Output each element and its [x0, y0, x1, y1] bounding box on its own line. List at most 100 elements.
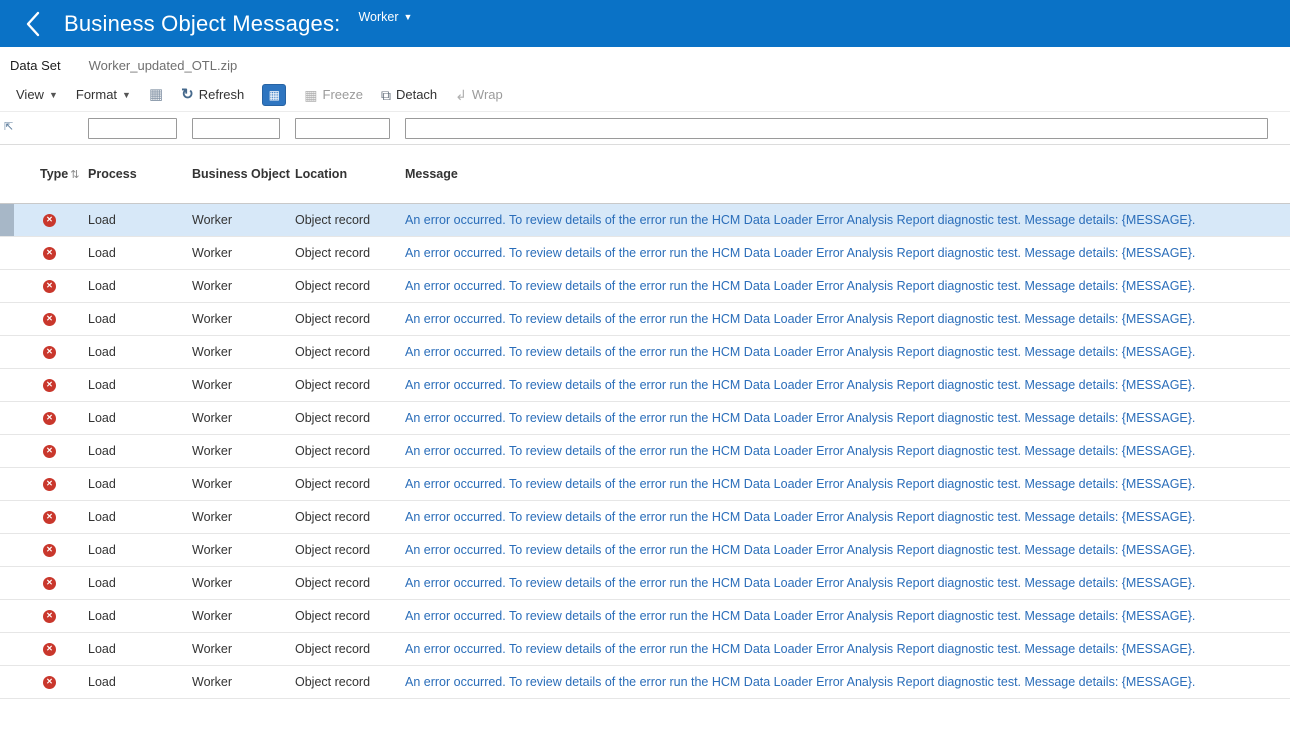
row-selector-cell[interactable]	[0, 204, 14, 236]
format-menu-label: Format	[75, 87, 118, 102]
table-row[interactable]: Load Worker Object record An error occur…	[0, 303, 1290, 336]
table-row[interactable]: Load Worker Object record An error occur…	[0, 468, 1290, 501]
select-all-corner-icon[interactable]: ⇱	[4, 122, 13, 133]
business-object-cell: Worker	[192, 477, 233, 491]
filter-process-input[interactable]	[88, 117, 177, 139]
detach-button[interactable]: ⧉ Detach	[381, 87, 437, 102]
error-icon	[43, 213, 56, 227]
column-header-business-object[interactable]: Business Object	[189, 167, 292, 181]
business-object-cell: Worker	[192, 675, 233, 689]
error-icon	[43, 510, 56, 524]
message-link[interactable]: An error occurred. To review details of …	[402, 279, 1290, 293]
row-selector-cell[interactable]	[0, 534, 14, 566]
view-menu-label: View	[16, 87, 44, 102]
message-link[interactable]: An error occurred. To review details of …	[402, 213, 1290, 227]
type-cell	[14, 576, 85, 590]
message-link[interactable]: An error occurred. To review details of …	[402, 675, 1290, 689]
back-button[interactable]	[16, 7, 50, 41]
business-object-selector[interactable]: Worker ▼	[358, 10, 412, 24]
table-row[interactable]: Load Worker Object record An error occur…	[0, 501, 1290, 534]
process-cell: Load	[88, 510, 116, 524]
error-icon	[43, 378, 56, 392]
message-link[interactable]: An error occurred. To review details of …	[402, 477, 1290, 491]
row-selector-cell[interactable]	[0, 666, 14, 698]
message-link[interactable]: An error occurred. To review details of …	[402, 312, 1290, 326]
table-row[interactable]: Load Worker Object record An error occur…	[0, 369, 1290, 402]
location-cell: Object record	[295, 378, 371, 392]
table-row[interactable]: Load Worker Object record An error occur…	[0, 534, 1290, 567]
freeze-button[interactable]: ▦ Freeze	[304, 87, 363, 102]
refresh-button[interactable]: ↻ Refresh	[181, 87, 244, 102]
error-icon	[43, 279, 56, 293]
view-menu-button[interactable]: View ▼	[16, 87, 58, 102]
business-object-cell: Worker	[192, 312, 233, 326]
message-link[interactable]: An error occurred. To review details of …	[402, 609, 1290, 623]
row-selector-cell[interactable]	[0, 468, 14, 500]
table-row[interactable]: Load Worker Object record An error occur…	[0, 402, 1290, 435]
column-header-process[interactable]: Process	[85, 167, 189, 181]
wrap-label: Wrap	[471, 87, 503, 102]
business-object-cell: Worker	[192, 246, 233, 260]
row-selector-cell[interactable]	[0, 435, 14, 467]
message-link[interactable]: An error occurred. To review details of …	[402, 510, 1290, 524]
column-header-message[interactable]: Message	[402, 167, 1290, 181]
column-header-type[interactable]: Type ⇅	[14, 167, 85, 181]
location-cell: Object record	[295, 609, 371, 623]
error-icon	[43, 411, 56, 425]
location-cell: Object record	[295, 213, 371, 227]
message-link[interactable]: An error occurred. To review details of …	[402, 444, 1290, 458]
filter-message-input[interactable]	[405, 117, 1268, 139]
table-row[interactable]: Load Worker Object record An error occur…	[0, 666, 1290, 699]
export-to-excel-icon[interactable]: ▦	[149, 87, 163, 102]
table-row[interactable]: Load Worker Object record An error occur…	[0, 204, 1290, 237]
row-selector-cell[interactable]	[0, 336, 14, 368]
message-link[interactable]: An error occurred. To review details of …	[402, 378, 1290, 392]
table-header: Type ⇅ Process Business Object Location …	[0, 145, 1290, 204]
location-cell: Object record	[295, 279, 371, 293]
wrap-button[interactable]: ↲ Wrap	[455, 87, 503, 102]
message-link[interactable]: An error occurred. To review details of …	[402, 642, 1290, 656]
type-cell	[14, 642, 85, 656]
row-selector-cell[interactable]	[0, 501, 14, 533]
message-link[interactable]: An error occurred. To review details of …	[402, 345, 1290, 359]
process-cell: Load	[88, 312, 116, 326]
error-icon	[43, 543, 56, 557]
location-cell: Object record	[295, 675, 371, 689]
table-row[interactable]: Load Worker Object record An error occur…	[0, 600, 1290, 633]
row-selector-cell[interactable]	[0, 567, 14, 599]
dataset-label: Data Set	[10, 58, 61, 73]
process-cell: Load	[88, 345, 116, 359]
row-selector-cell[interactable]	[0, 600, 14, 632]
message-link[interactable]: An error occurred. To review details of …	[402, 543, 1290, 557]
column-header-location[interactable]: Location	[292, 167, 402, 181]
sort-icon[interactable]: ⇅	[70, 168, 79, 181]
table-row[interactable]: Load Worker Object record An error occur…	[0, 336, 1290, 369]
business-object-cell: Worker	[192, 345, 233, 359]
row-selector-cell[interactable]	[0, 270, 14, 302]
process-cell: Load	[88, 576, 116, 590]
message-link[interactable]: An error occurred. To review details of …	[402, 246, 1290, 260]
row-selector-cell[interactable]	[0, 237, 14, 269]
dataset-row: Data Set Worker_updated_OTL.zip	[0, 47, 1290, 78]
query-by-example-button[interactable]: ▦	[262, 83, 287, 106]
process-cell: Load	[88, 543, 116, 557]
table-row[interactable]: Load Worker Object record An error occur…	[0, 567, 1290, 600]
format-menu-button[interactable]: Format ▼	[76, 87, 131, 102]
row-selector-cell[interactable]	[0, 402, 14, 434]
filter-business-object-input[interactable]	[192, 117, 280, 139]
table-row[interactable]: Load Worker Object record An error occur…	[0, 435, 1290, 468]
table-row[interactable]: Load Worker Object record An error occur…	[0, 237, 1290, 270]
row-selector-cell[interactable]	[0, 369, 14, 401]
row-selector-cell[interactable]	[0, 303, 14, 335]
location-cell: Object record	[295, 510, 371, 524]
row-selector-cell[interactable]	[0, 633, 14, 665]
error-icon	[43, 444, 56, 458]
freeze-label: Freeze	[322, 87, 363, 102]
message-link[interactable]: An error occurred. To review details of …	[402, 576, 1290, 590]
message-link[interactable]: An error occurred. To review details of …	[402, 411, 1290, 425]
chevron-left-icon	[26, 11, 40, 36]
table-row[interactable]: Load Worker Object record An error occur…	[0, 633, 1290, 666]
freeze-icon: ▦	[304, 86, 318, 103]
table-row[interactable]: Load Worker Object record An error occur…	[0, 270, 1290, 303]
filter-location-input[interactable]	[295, 117, 390, 139]
